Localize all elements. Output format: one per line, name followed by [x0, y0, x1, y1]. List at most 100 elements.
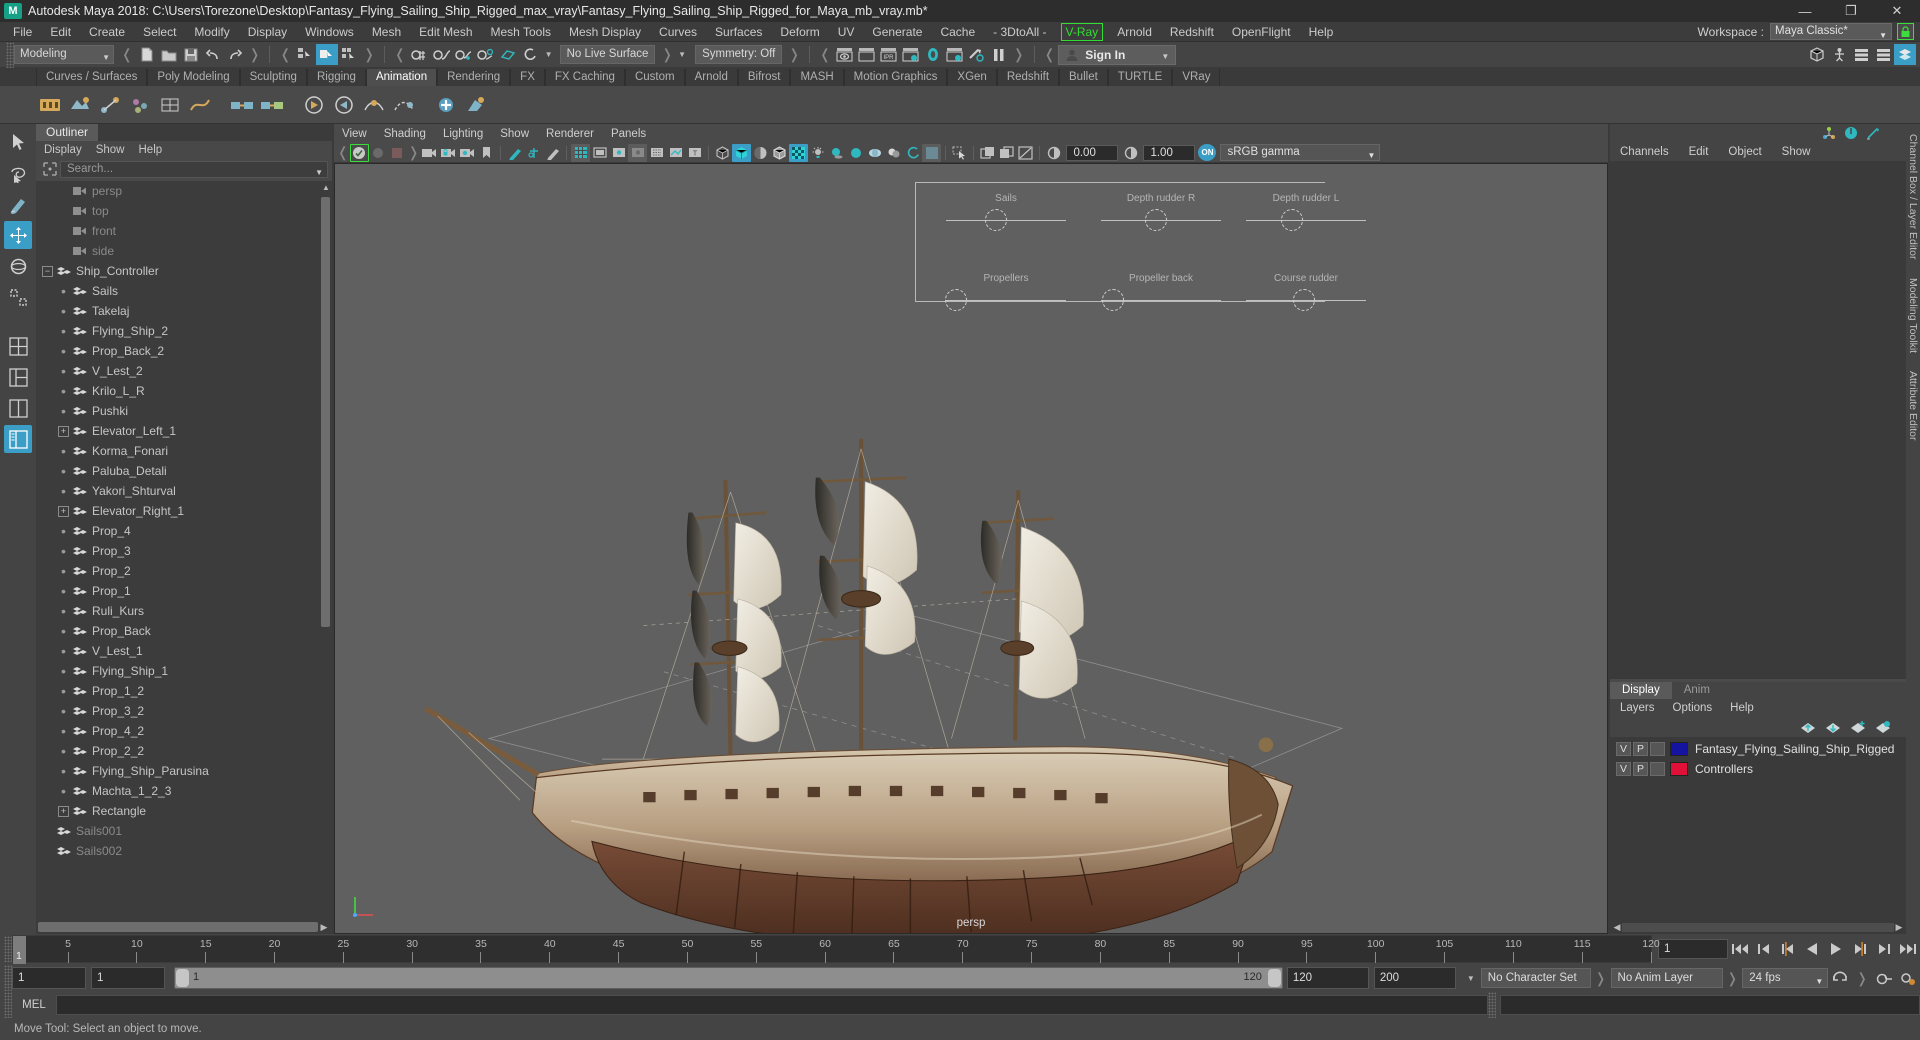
layer-row[interactable]: VP. Controllers [1610, 759, 1906, 779]
shelf-tab-bifrost[interactable]: Bifrost [737, 69, 791, 86]
outliner-item-prop_1[interactable]: • Prop_1 [36, 581, 332, 601]
scroll-up-arrow-icon[interactable]: ▲ [322, 183, 330, 192]
snap-to-grid-icon[interactable] [409, 44, 431, 65]
layer-playback-toggle[interactable]: P [1633, 742, 1648, 756]
lattice-icon[interactable] [156, 91, 183, 118]
anim-layer-select[interactable]: No Anim Layer [1610, 968, 1723, 988]
layer-scrollbar-thumb[interactable] [1622, 923, 1894, 932]
scroll-right-arrow-icon[interactable]: ▶ [1894, 922, 1904, 933]
shelf-tab-fx[interactable]: FX [510, 69, 545, 86]
menu-item-generate[interactable]: Generate [863, 22, 931, 42]
menu-item-edit[interactable]: Edit [41, 22, 80, 42]
layer-horizontal-scrollbar[interactable]: ◀ ▶ [1610, 921, 1906, 934]
new-scene-icon[interactable] [136, 44, 158, 65]
expand-icon[interactable]: + [58, 805, 69, 817]
playblast-icon[interactable] [300, 91, 327, 118]
play-forwards-button[interactable] [1824, 937, 1848, 961]
filter-icon[interactable] [40, 160, 60, 178]
outliner-item-pushki[interactable]: • Pushki [36, 401, 332, 421]
modeling-toolkit-toggle-icon[interactable] [1828, 44, 1850, 65]
go-to-end-button[interactable] [1896, 937, 1920, 961]
playback-speed-select[interactable]: 24 fps ▼ [1742, 968, 1829, 988]
menu-item-mesh-tools[interactable]: Mesh Tools [482, 22, 560, 42]
menu-item-deform[interactable]: Deform [771, 22, 828, 42]
collapse-icon[interactable]: − [42, 265, 53, 277]
channel-box-body[interactable] [1610, 161, 1906, 679]
search-input[interactable]: Search... ▼ [60, 160, 328, 178]
outliner-item-krilo_l_r[interactable]: • Krilo_L_R [36, 381, 332, 401]
minimize-button[interactable]: — [1782, 0, 1828, 22]
layer-tab-display[interactable]: Display [1610, 682, 1672, 699]
gamma-icon[interactable] [1121, 144, 1140, 162]
outliner-item-ruli_kurs[interactable]: • Ruli_Kurs [36, 601, 332, 621]
outliner-vertical-scrollbar[interactable]: ▲ [321, 183, 330, 918]
outliner-item-prop_4[interactable]: • Prop_4 [36, 521, 332, 541]
outliner-list[interactable]: persp top front side − Ship_Controller • Sails •… [36, 181, 332, 920]
shelf-tab-animation[interactable]: Animation [365, 69, 438, 86]
shelf-tab-rigging[interactable]: Rigging [306, 69, 366, 86]
prev-key-button[interactable] [1776, 937, 1800, 961]
anim-end-time-field[interactable]: 200 [1373, 967, 1456, 989]
open-scene-icon[interactable] [158, 44, 180, 65]
command-line-grip[interactable] [4, 992, 12, 1018]
cluster-icon[interactable] [126, 91, 153, 118]
channelbox-menu-object[interactable]: Object [1728, 146, 1761, 158]
ssao-toggle-icon[interactable] [846, 144, 865, 162]
go-to-start-button[interactable] [1728, 937, 1752, 961]
outliner-item-prop_3[interactable]: • Prop_3 [36, 541, 332, 561]
side-tab-modeling-toolkit[interactable]: Modeling Toolkit [1907, 278, 1919, 353]
select-component-icon[interactable] [338, 44, 360, 65]
frame-all-icon[interactable] [1016, 144, 1035, 162]
channelbox-menu-edit[interactable]: Edit [1689, 146, 1709, 158]
mel-mode-button[interactable]: MEL [12, 999, 56, 1011]
film-gate-icon[interactable] [590, 144, 609, 162]
layer-row[interactable]: VP. Fantasy_Flying_Sailing_Ship_Rigged [1610, 739, 1906, 759]
layer-editor-toggle-icon[interactable] [1894, 44, 1916, 65]
menu-item-redshift[interactable]: Redshift [1161, 22, 1223, 42]
range-start-handle[interactable] [176, 969, 189, 987]
attribute-editor-icon[interactable] [1862, 123, 1884, 144]
layer-menu-options[interactable]: Options [1673, 702, 1713, 714]
shelf-tab-turtle[interactable]: TURTLE [1107, 69, 1173, 86]
outliner-item-v_lest_2[interactable]: • V_Lest_2 [36, 361, 332, 381]
outliner-item-prop_4_2[interactable]: • Prop_4_2 [36, 721, 332, 741]
layer-display-type-toggle[interactable]: . [1650, 742, 1665, 756]
outliner-item-paluba_detali[interactable]: • Paluba_Detali [36, 461, 332, 481]
panel-zoom-icon[interactable] [978, 144, 997, 162]
ghost-icon[interactable] [330, 91, 357, 118]
outliner-item-korma_fonari[interactable]: • Korma_Fonari [36, 441, 332, 461]
redo-render-icon[interactable] [856, 44, 878, 65]
set-key-translate-icon[interactable] [66, 91, 93, 118]
color-management-toggle[interactable]: ON [1198, 144, 1217, 161]
time-slider[interactable]: 1 5 10 15 20 25 30 35 40 45 50 55 60 65 70 75 80 85 90 95 1… [12, 935, 1660, 964]
viewport-menu-lighting[interactable]: Lighting [443, 128, 483, 140]
grease-pencil-erase-icon[interactable] [543, 144, 562, 162]
status-line-grip[interactable] [6, 41, 14, 68]
motion-trail-icon[interactable] [390, 91, 417, 118]
add-layer-icon[interactable] [1848, 719, 1867, 735]
snap-to-projected-center-icon[interactable] [475, 44, 497, 65]
next-key-button[interactable] [1848, 937, 1872, 961]
multisample-icon[interactable] [884, 144, 903, 162]
gamma-value[interactable]: 1.00 [1143, 144, 1196, 161]
layer-color-swatch[interactable] [1670, 762, 1688, 776]
ipr-render-icon[interactable]: IPR [878, 44, 900, 65]
pause-render-icon[interactable] [988, 44, 1010, 65]
outliner-item-machta_1_2_3[interactable]: • Machta_1_2_3 [36, 781, 332, 801]
snap-options-chevron-icon[interactable]: ▼ [545, 50, 553, 59]
character-set-select[interactable]: No Character Set [1480, 968, 1591, 988]
channelbox-menu-channels[interactable]: Channels [1620, 146, 1669, 158]
current-time-indicator[interactable]: 1 [13, 936, 26, 964]
shadows-toggle-icon[interactable] [827, 144, 846, 162]
channel-box-toggle-icon[interactable] [1806, 44, 1828, 65]
layer-menu-layers[interactable]: Layers [1620, 702, 1655, 714]
menu-item-display[interactable]: Display [239, 22, 296, 42]
render-settings-icon[interactable] [900, 44, 922, 65]
outliner-item-sails002[interactable]: Sails002 [36, 841, 332, 861]
make-live-icon[interactable] [519, 44, 541, 65]
layer-menu-help[interactable]: Help [1730, 702, 1754, 714]
outliner-menu-display[interactable]: Display [44, 144, 82, 156]
shelf-tab-curves-surfaces[interactable]: Curves / Surfaces [36, 69, 148, 86]
symmetry-field[interactable]: Symmetry: Off [695, 45, 783, 64]
workspace-select[interactable]: Maya Classic* ▼ [1770, 23, 1892, 40]
